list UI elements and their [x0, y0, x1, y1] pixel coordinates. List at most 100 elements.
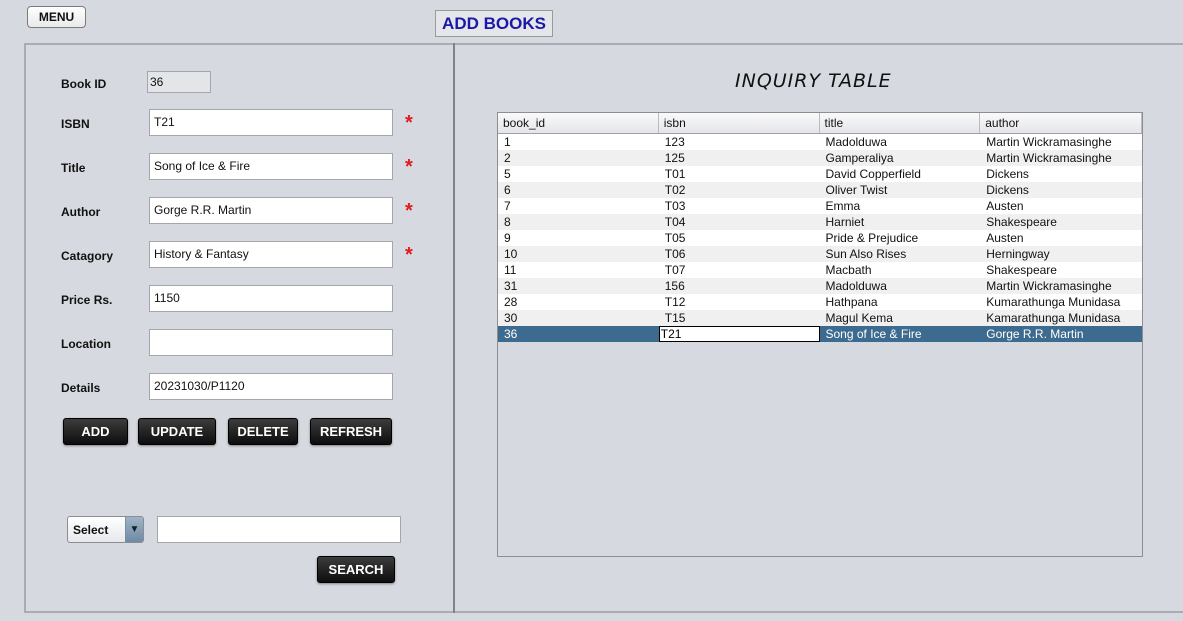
cell-isbn: T06: [664, 247, 686, 261]
cell-title: Harniet: [825, 215, 865, 229]
cell-title: Magul Kema: [825, 311, 893, 325]
update-button[interactable]: UPDATE: [138, 418, 216, 445]
price-label: Price Rs.: [61, 293, 113, 307]
chevron-down-icon[interactable]: ▼: [125, 517, 143, 542]
table-row[interactable]: 9 T05 Pride & Prejudice Austen: [498, 230, 1142, 246]
cell-author: Dickens: [986, 167, 1029, 181]
cell-author: Martin Wickramasinghe: [986, 135, 1112, 149]
inquiry-table[interactable]: book_id isbn title author 1 123 Madolduw…: [497, 112, 1143, 557]
cell-book-id: 11: [504, 263, 517, 277]
table-row[interactable]: 1 123 Madolduwa Martin Wickramasinghe: [498, 134, 1142, 150]
author-required-mark: *: [405, 200, 413, 222]
delete-button[interactable]: DELETE: [228, 418, 298, 445]
location-label: Location: [61, 337, 111, 351]
cell-title: Hathpana: [825, 295, 878, 309]
cell-title: Song of Ice & Fire: [825, 327, 922, 341]
select-value: Select: [73, 523, 109, 537]
table-row[interactable]: 28 T12 Hathpana Kumarathunga Munidasa: [498, 294, 1142, 310]
category-label: Catagory: [61, 249, 114, 263]
cell-book-id: 6: [504, 183, 511, 197]
category-input[interactable]: History & Fantasy: [149, 241, 393, 268]
cell-isbn: T01: [664, 167, 686, 181]
table-row[interactable]: 6 T02 Oliver Twist Dickens: [498, 182, 1142, 198]
cell-isbn: T07: [664, 263, 686, 277]
cell-isbn: T04: [664, 215, 686, 229]
add-button[interactable]: ADD: [63, 418, 128, 445]
cell-title: Macbath: [825, 263, 872, 277]
cell-title: Gamperaliya: [825, 151, 894, 165]
cell-book-id: 9: [504, 231, 511, 245]
panel-divider: [453, 43, 455, 613]
table-row[interactable]: 7 T03 Emma Austen: [498, 198, 1142, 214]
cell-book-id: 5: [504, 167, 511, 181]
search-button[interactable]: SEARCH: [317, 556, 395, 583]
cell-author: Austen: [986, 231, 1024, 245]
cell-title: Sun Also Rises: [825, 247, 907, 261]
cell-isbn: T03: [664, 199, 686, 213]
cell-book-id: 1: [504, 135, 511, 149]
cell-book-id: 10: [504, 247, 518, 261]
search-input[interactable]: [157, 516, 401, 543]
author-label: Author: [61, 205, 101, 219]
book-id-label: Book ID: [61, 77, 107, 91]
cell-isbn: T12: [664, 295, 686, 309]
column-header-isbn[interactable]: isbn: [659, 113, 820, 133]
location-input[interactable]: [149, 329, 393, 356]
details-label: Details: [61, 381, 101, 395]
page-title: ADD BOOKS: [435, 10, 553, 37]
cell-isbn: 123: [664, 135, 685, 149]
cell-author: Herningway: [986, 247, 1050, 261]
cell-author: Martin Wickramasinghe: [986, 279, 1112, 293]
table-row[interactable]: 10 T06 Sun Also Rises Herningway: [498, 246, 1142, 262]
cell-isbn: T05: [664, 231, 686, 245]
cell-book-id: 28: [504, 295, 518, 309]
table-body: 1 123 Madolduwa Martin Wickramasinghe 2 …: [498, 134, 1142, 342]
cell-title: Madolduwa: [825, 135, 887, 149]
title-input[interactable]: Song of Ice & Fire: [149, 153, 393, 180]
cell-book-id: 36: [504, 327, 518, 341]
table-row-selected[interactable]: 36 T21 Song of Ice & Fire Gorge R.R. Mar…: [498, 326, 1142, 342]
table-row[interactable]: 8 T04 Harniet Shakespeare: [498, 214, 1142, 230]
cell-isbn-editor[interactable]: T21: [658, 326, 820, 342]
isbn-required-mark: *: [405, 112, 413, 134]
table-row[interactable]: 5 T01 David Copperfield Dickens: [498, 166, 1142, 182]
cell-author: Shakespeare: [986, 215, 1057, 229]
table-row[interactable]: 2 125 Gamperaliya Martin Wickramasinghe: [498, 150, 1142, 166]
cell-title: Oliver Twist: [825, 183, 888, 197]
book-id-field: 36: [147, 71, 211, 93]
column-header-book-id[interactable]: book_id: [498, 113, 659, 133]
cell-author: Austen: [986, 199, 1024, 213]
cell-title: Madolduwa: [825, 279, 887, 293]
cell-isbn: 125: [664, 151, 685, 165]
column-header-title[interactable]: title: [820, 113, 981, 133]
table-row[interactable]: 30 T15 Magul Kema Kamarathunga Munidasa: [498, 310, 1142, 326]
cell-book-id: 31: [504, 279, 518, 293]
refresh-button[interactable]: REFRESH: [310, 418, 392, 445]
cell-book-id: 8: [504, 215, 511, 229]
details-input[interactable]: 20231030/P1120: [149, 373, 393, 400]
title-label: Title: [61, 161, 86, 175]
cell-book-id: 7: [504, 199, 511, 213]
cell-author: Dickens: [986, 183, 1029, 197]
search-field-select[interactable]: Select ▼: [67, 516, 144, 543]
cell-author: Gorge R.R. Martin: [986, 327, 1084, 341]
table-row[interactable]: 11 T07 Macbath Shakespeare: [498, 262, 1142, 278]
cell-book-id: 30: [504, 311, 518, 325]
inquiry-table-title: INQUIRY TABLE: [735, 70, 892, 92]
table-row[interactable]: 31 156 Madolduwa Martin Wickramasinghe: [498, 278, 1142, 294]
cell-book-id: 2: [504, 151, 511, 165]
title-required-mark: *: [405, 156, 413, 178]
column-header-author[interactable]: author: [980, 113, 1142, 133]
isbn-input[interactable]: T21: [149, 109, 393, 136]
cell-title: David Copperfield: [825, 167, 921, 181]
price-input[interactable]: 1150: [149, 285, 393, 312]
cell-author: Shakespeare: [986, 263, 1057, 277]
cell-isbn: 156: [664, 279, 685, 293]
cell-isbn: T02: [664, 183, 686, 197]
cell-author: Martin Wickramasinghe: [986, 151, 1112, 165]
author-input[interactable]: Gorge R.R. Martin: [149, 197, 393, 224]
table-header: book_id isbn title author: [498, 113, 1142, 134]
cell-author: Kumarathunga Munidasa: [986, 295, 1121, 309]
cell-isbn: T15: [664, 311, 686, 325]
menu-button[interactable]: MENU: [27, 6, 86, 28]
